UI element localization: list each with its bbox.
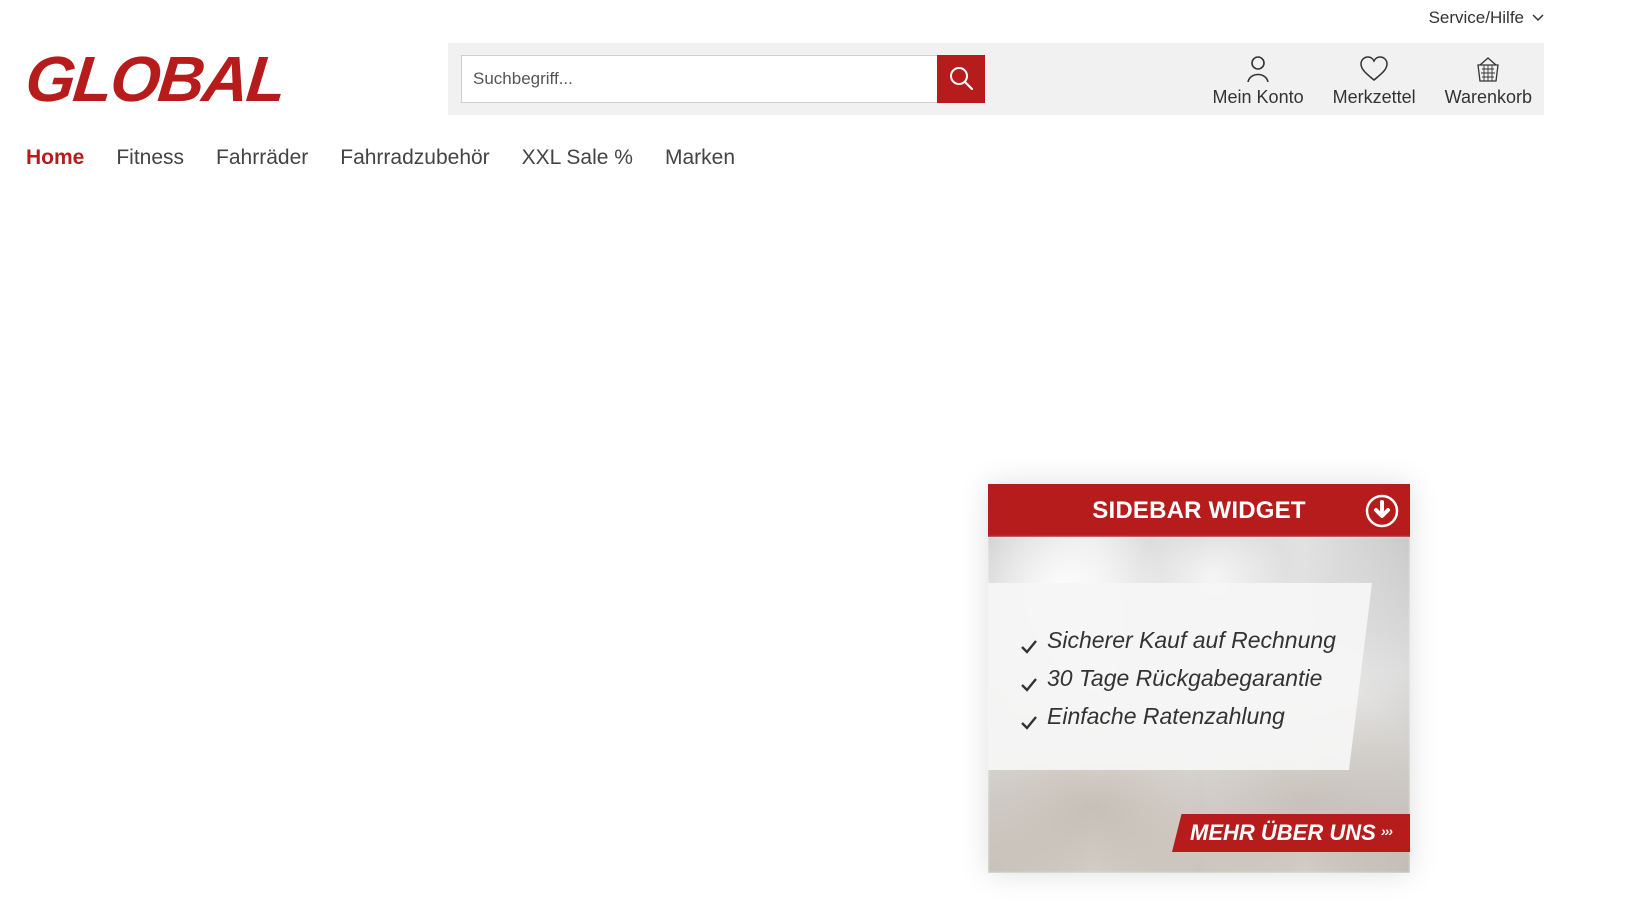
benefit-text: Einfache Ratenzahlung: [1047, 703, 1285, 729]
search-form: [461, 55, 985, 103]
benefit-item: 30 Tage Rückgabegarantie: [1019, 659, 1336, 697]
download-circle-icon[interactable]: [1365, 494, 1399, 528]
chevron-right-icon: ›››: [1381, 823, 1393, 839]
nav-item-bike-accessories[interactable]: Fahrradzubehör: [340, 142, 489, 174]
cart-label: Warenkorb: [1444, 87, 1532, 107]
sidebar-widget: SIDEBAR WIDGET Sicherer Kauf auf Rechnun…: [988, 484, 1410, 873]
service-help-label: Service/Hilfe: [1428, 8, 1524, 27]
nav-item-fitness[interactable]: Fitness: [116, 142, 184, 174]
check-icon: [1019, 630, 1039, 654]
check-icon: [1019, 668, 1039, 692]
search-button[interactable]: [937, 55, 985, 103]
basket-icon: [1472, 53, 1504, 85]
account-button[interactable]: Mein Konto: [1213, 53, 1304, 107]
wishlist-button[interactable]: Merkzettel: [1333, 53, 1416, 107]
chevron-down-icon: [1532, 13, 1544, 23]
nav-item-home[interactable]: Home: [26, 142, 84, 174]
benefit-text: Sicherer Kauf auf Rechnung: [1047, 627, 1336, 653]
search-input[interactable]: [462, 56, 937, 102]
account-label: Mein Konto: [1212, 87, 1304, 107]
nav-item-xxl-sale[interactable]: XXL Sale %: [522, 142, 633, 174]
benefits-list: Sicherer Kauf auf Rechnung 30 Tage Rückg…: [1019, 621, 1336, 735]
benefits-panel: Sicherer Kauf auf Rechnung 30 Tage Rückg…: [988, 583, 1372, 770]
main-navigation: Home Fitness Fahrräder Fahrradzubehör XX…: [26, 142, 735, 174]
benefit-item: Sicherer Kauf auf Rechnung: [1019, 621, 1336, 659]
cart-button[interactable]: Warenkorb: [1445, 53, 1532, 107]
nav-item-bikes[interactable]: Fahrräder: [216, 142, 308, 174]
benefit-text: 30 Tage Rückgabegarantie: [1047, 665, 1323, 691]
header-actions: Mein Konto Merkzettel Warenkorb: [1213, 53, 1532, 107]
check-icon: [1019, 706, 1039, 730]
widget-header: SIDEBAR WIDGET: [988, 484, 1410, 537]
nav-item-brands[interactable]: Marken: [665, 142, 735, 174]
more-about-us-button[interactable]: MEHR ÜBER UNS ›››: [1172, 814, 1410, 852]
heart-icon: [1358, 53, 1390, 85]
widget-title: SIDEBAR WIDGET: [1092, 496, 1306, 524]
search-icon: [948, 65, 974, 94]
more-about-us-label: MEHR ÜBER UNS: [1190, 820, 1376, 845]
page: Service/Hilfe GLOBAL Mein Konto: [0, 0, 1626, 905]
service-help-menu[interactable]: Service/Hilfe: [1429, 6, 1544, 30]
site-logo[interactable]: GLOBAL: [22, 43, 299, 115]
user-icon: [1242, 53, 1274, 85]
benefit-item: Einfache Ratenzahlung: [1019, 697, 1336, 735]
wishlist-label: Merkzettel: [1332, 87, 1416, 107]
header-search-panel: Mein Konto Merkzettel Warenkorb: [448, 43, 1544, 115]
